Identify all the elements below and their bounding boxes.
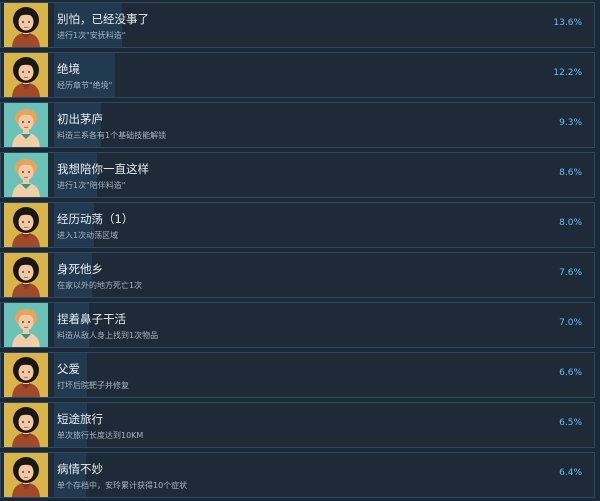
achievement-row[interactable]: 身死他乡 在家以外的地方死亡1次 7.6% <box>0 252 595 298</box>
achievement-percent: 7.6% <box>559 268 582 278</box>
boy-portrait-icon <box>4 103 48 147</box>
achievement-description: 经历章节"绝境" <box>57 81 113 90</box>
achievement-title: 父爱 <box>57 362 80 376</box>
achievement-percent: 9.3% <box>559 118 582 128</box>
woman-portrait-icon <box>4 453 48 497</box>
achievement-percent: 12.2% <box>553 68 582 78</box>
achievement-title: 我想陪你一直这样 <box>57 162 149 176</box>
achievement-row[interactable]: 短途旅行 单次旅行长度达到10KM 6.5% <box>0 402 595 448</box>
achievement-description: 进入1次动荡区域 <box>57 231 119 240</box>
woman-portrait-icon <box>4 3 48 47</box>
achievement-row[interactable]: 父爱 打坏后院靶子并修复 6.6% <box>0 352 595 398</box>
woman-portrait-icon <box>4 53 48 97</box>
achievement-title: 别怕，已经没事了 <box>57 12 149 26</box>
achievement-title: 经历动荡（1） <box>57 212 134 226</box>
achievement-row[interactable]: 绝境 经历章节"绝境" 12.2% <box>0 52 595 98</box>
woman-portrait-icon <box>4 353 48 397</box>
achievement-description: 料造三系各有1个基础技能解锁 <box>57 131 167 140</box>
achievement-description: 在家以外的地方死亡1次 <box>57 281 143 290</box>
achievement-percent: 6.5% <box>559 418 582 428</box>
woman-portrait-icon <box>4 203 48 247</box>
achievement-title: 捏着鼻子干活 <box>57 312 126 326</box>
achievement-row[interactable]: 捏着鼻子干活 料造从敌人身上找到1次物品 7.0% <box>0 302 595 348</box>
achievement-row[interactable]: 初出茅庐 料造三系各有1个基础技能解锁 9.3% <box>0 102 595 148</box>
achievement-description: 料造从敌人身上找到1次物品 <box>57 331 159 340</box>
achievement-row[interactable]: 我想陪你一直这样 进行1次"陪伴料造" 8.6% <box>0 152 595 198</box>
achievement-title: 病情不妙 <box>57 462 103 476</box>
achievement-percent: 8.6% <box>559 168 582 178</box>
achievement-description: 进行1次"陪伴料造" <box>57 181 126 190</box>
achievement-description: 单个存档中，安玲累计获得10个症状 <box>57 481 188 490</box>
achievement-list: 别怕，已经没事了 进行1次"安抚料造" 13.6% 绝境 经历章节"绝境" 12… <box>0 0 600 501</box>
achievement-title: 短途旅行 <box>57 412 103 426</box>
achievement-percent: 6.6% <box>559 368 582 378</box>
achievement-percent: 13.6% <box>553 18 582 28</box>
achievement-row[interactable]: 病情不妙 单个存档中，安玲累计获得10个症状 6.4% <box>0 452 595 498</box>
achievement-title: 身死他乡 <box>57 262 103 276</box>
achievement-row[interactable]: 别怕，已经没事了 进行1次"安抚料造" 13.6% <box>0 2 595 48</box>
achievement-row[interactable]: 经历动荡（1） 进入1次动荡区域 8.0% <box>0 202 595 248</box>
achievement-title: 绝境 <box>57 62 80 76</box>
achievement-percent: 8.0% <box>559 218 582 228</box>
woman-portrait-icon <box>4 253 48 297</box>
boy-portrait-icon <box>4 303 48 347</box>
achievement-title: 初出茅庐 <box>57 112 103 126</box>
achievement-percent: 7.0% <box>559 318 582 328</box>
achievement-description: 打坏后院靶子并修复 <box>57 381 129 390</box>
woman-portrait-icon <box>4 403 48 447</box>
achievement-description: 单次旅行长度达到10KM <box>57 431 144 440</box>
achievement-percent: 6.4% <box>559 468 582 478</box>
achievement-description: 进行1次"安抚料造" <box>57 31 126 40</box>
boy-portrait-icon <box>4 153 48 197</box>
